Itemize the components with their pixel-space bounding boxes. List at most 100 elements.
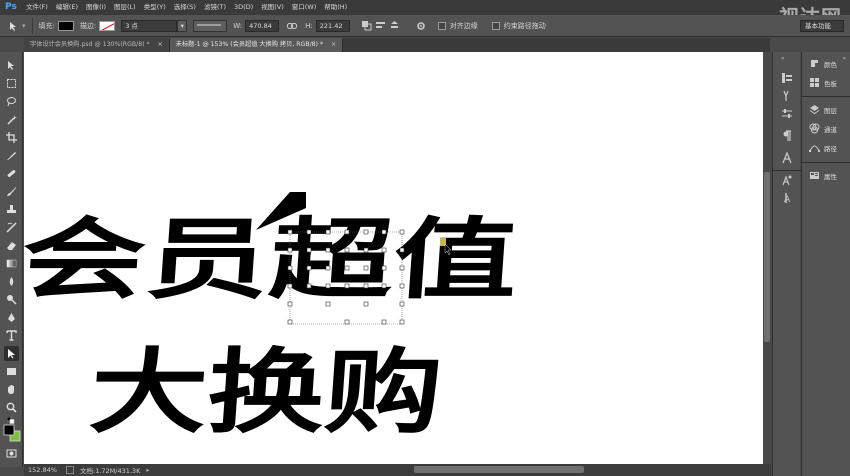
tab-document-2[interactable]: 未标题-1 @ 153% (会员超值 大换购 拷贝, RGB/8) * × [169, 38, 344, 52]
menu-layer[interactable]: 图层(L) [110, 0, 140, 15]
align-edges-checkbox[interactable] [437, 21, 446, 30]
path-selection-tool-icon[interactable] [4, 346, 19, 361]
panel-dock: » 颜色 色板 图层 通道 路径 属性 [801, 52, 850, 476]
character-icon[interactable] [781, 151, 793, 164]
constrain-path-label: 约束路径拖动 [503, 21, 546, 30]
menu-window[interactable]: 窗口(W) [288, 0, 321, 15]
path-operations-icon[interactable] [360, 19, 374, 33]
blur-tool-icon[interactable] [4, 274, 19, 289]
crop-tool-icon[interactable] [4, 130, 19, 145]
zoom-level[interactable]: 152.84% [24, 466, 64, 474]
path-select-tool-icon[interactable] [6, 19, 20, 33]
menu-help[interactable]: 帮助(H) [320, 0, 351, 15]
photoshop-logo: Ps [5, 2, 17, 12]
close-icon[interactable]: × [331, 41, 336, 48]
status-info-icon[interactable] [66, 466, 74, 474]
tool-preset-arrow-icon[interactable]: ▾ [22, 22, 26, 30]
artwork-line-1: 会员超值 [24, 208, 521, 311]
history-brush-tool-icon[interactable] [4, 220, 19, 235]
quick-mask-icon[interactable] [4, 446, 19, 461]
close-icon[interactable]: × [158, 41, 163, 48]
clone-stamp-tool-icon[interactable] [4, 202, 19, 217]
tools-panel [0, 52, 23, 467]
width-label: W: [233, 21, 243, 30]
settings-gear-icon[interactable] [414, 19, 428, 33]
panel-swatches-label: 色板 [824, 79, 837, 88]
panel-color[interactable]: 颜色 [802, 54, 850, 73]
menu-edit[interactable]: 编辑(E) [52, 0, 82, 15]
strip-divider [773, 170, 801, 171]
svg-text:A: A [784, 195, 791, 204]
width-field[interactable]: 470.84 [245, 19, 280, 32]
vertical-scroll-thumb[interactable] [764, 172, 770, 342]
stroke-type-dropdown[interactable] [193, 19, 228, 32]
pen-tool-icon[interactable] [4, 310, 19, 325]
fill-swatch[interactable] [57, 20, 74, 31]
history-panel-icon[interactable] [781, 72, 793, 84]
collapsed-panel-strip: » A [772, 52, 801, 476]
panel-paths[interactable]: 路径 [802, 138, 850, 157]
default-colors-icon[interactable] [4, 416, 19, 424]
dodge-tool-icon[interactable] [4, 292, 19, 307]
eraser-tool-icon[interactable] [4, 238, 19, 253]
eyedropper-tool-icon[interactable] [4, 148, 19, 163]
zoom-tool-icon[interactable] [4, 400, 19, 415]
magic-wand-tool-icon[interactable] [4, 112, 19, 127]
menu-view[interactable]: 视图(V) [257, 0, 288, 15]
collapse-arrows-icon[interactable]: » [781, 55, 785, 62]
paragraph-icon[interactable] [781, 130, 793, 142]
adjustments-icon[interactable] [781, 108, 793, 120]
color-swatches[interactable] [3, 424, 21, 444]
tab-document-2-label: 未标题-1 @ 153% (会员超值 大换购 拷贝, RGB/8) * [175, 41, 324, 48]
status-menu-arrow-icon[interactable]: ▸ [146, 466, 149, 474]
menu-select[interactable]: 选择(S) [170, 0, 200, 15]
menu-type[interactable]: 类型(Y) [140, 0, 170, 15]
path-alignment-icon[interactable] [374, 19, 388, 33]
panel-paths-label: 路径 [824, 144, 837, 153]
horizontal-scroll-thumb[interactable] [414, 466, 584, 473]
healing-brush-tool-icon[interactable] [4, 166, 19, 181]
hand-tool-icon[interactable] [4, 382, 19, 397]
swatches-icon [808, 77, 820, 89]
constrain-path-checkbox[interactable] [491, 21, 500, 30]
vertical-scrollbar[interactable] [763, 52, 771, 464]
panel-group-color: 颜色 色板 [802, 54, 850, 92]
move-tool-icon[interactable] [4, 58, 19, 73]
document-tabs: 字体设计会员换购.psd @ 130%(RGB/8) * × 未标题-1 @ 1… [24, 38, 770, 52]
menu-file[interactable]: 文件(F) [22, 0, 52, 15]
panel-divider [802, 162, 850, 163]
brush-presets-icon[interactable] [781, 90, 793, 102]
gradient-tool-icon[interactable] [4, 256, 19, 271]
stroke-width-dropdown[interactable]: ▾ [177, 19, 188, 32]
menu-3d[interactable]: 3D(D) [230, 0, 257, 15]
color-wheel-icon [808, 58, 820, 70]
height-field[interactable]: 221.42 [315, 19, 350, 32]
document-canvas[interactable]: 会员超值 大换购 [24, 52, 763, 464]
stroke-swatch[interactable] [99, 20, 116, 31]
lasso-tool-icon[interactable] [4, 94, 19, 109]
panel-layers[interactable]: 图层 [802, 100, 850, 119]
panel-properties[interactable]: 属性 [802, 166, 850, 185]
path-arrangement-icon[interactable] [388, 19, 402, 33]
document-size: 文档:1.72M/431.3K [80, 467, 141, 475]
type-tool-icon[interactable] [4, 328, 19, 343]
marquee-tool-icon[interactable] [4, 76, 19, 91]
workspace-select[interactable]: 基本功能 [800, 20, 844, 32]
options-bar: ▾ 填充: 描边: 3 点 ▾ W: 470.84 H: 221.42 对齐边缘… [0, 15, 850, 37]
paragraph-styles-icon[interactable]: A [781, 192, 793, 205]
panel-channels[interactable]: 通道 [802, 119, 850, 138]
stroke-width-field[interactable]: 3 点 [121, 19, 178, 32]
layers-icon [808, 104, 820, 116]
panel-layers-label: 图层 [824, 106, 837, 115]
brush-tool-icon[interactable] [4, 184, 19, 199]
panel-swatches[interactable]: 色板 [802, 73, 850, 92]
link-icon[interactable] [285, 19, 299, 33]
character-styles-icon[interactable] [781, 174, 793, 186]
paths-icon [808, 142, 820, 154]
menu-image[interactable]: 图像(I) [82, 0, 110, 15]
menu-filter[interactable]: 滤镜(T) [200, 0, 230, 15]
artwork: 会员超值 大换购 [24, 192, 521, 446]
rectangle-tool-icon[interactable] [4, 364, 19, 379]
artwork-line-2: 大换购 [86, 339, 445, 446]
tab-document-1[interactable]: 字体设计会员换购.psd @ 130%(RGB/8) * × [24, 38, 170, 52]
